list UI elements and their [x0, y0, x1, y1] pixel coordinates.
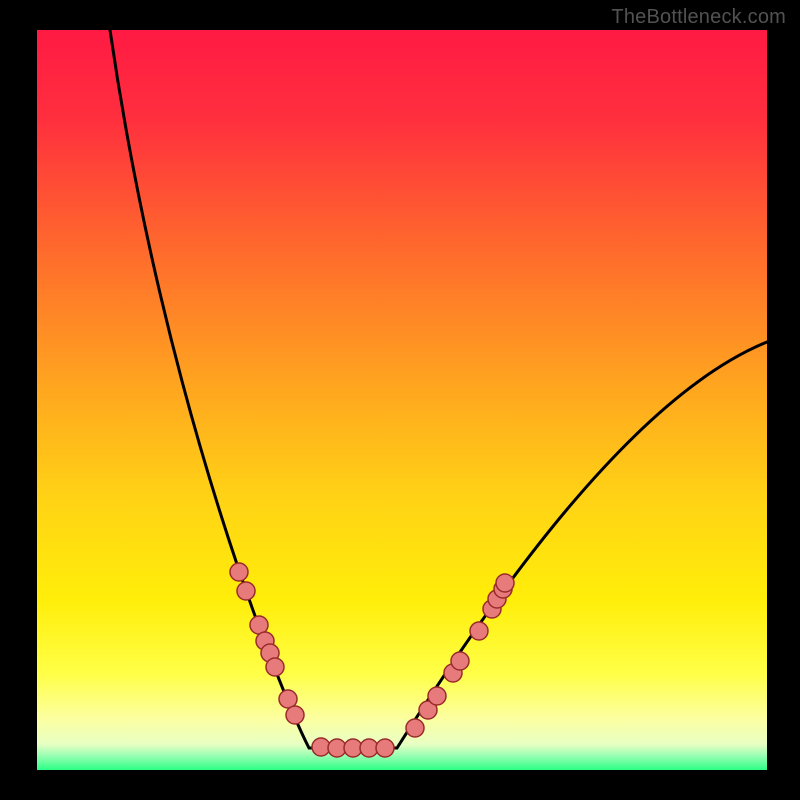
data-marker: [428, 687, 446, 705]
data-marker: [470, 622, 488, 640]
data-marker: [266, 658, 284, 676]
data-marker: [286, 706, 304, 724]
chart-svg: [37, 30, 767, 770]
data-marker: [496, 574, 514, 592]
data-marker: [312, 738, 330, 756]
watermark-text: TheBottleneck.com: [611, 6, 786, 29]
data-marker: [376, 739, 394, 757]
data-marker: [230, 563, 248, 581]
gradient-background: [37, 30, 767, 770]
data-marker: [406, 719, 424, 737]
data-marker: [237, 582, 255, 600]
data-marker: [451, 652, 469, 670]
bottleneck-chart: [37, 30, 767, 770]
